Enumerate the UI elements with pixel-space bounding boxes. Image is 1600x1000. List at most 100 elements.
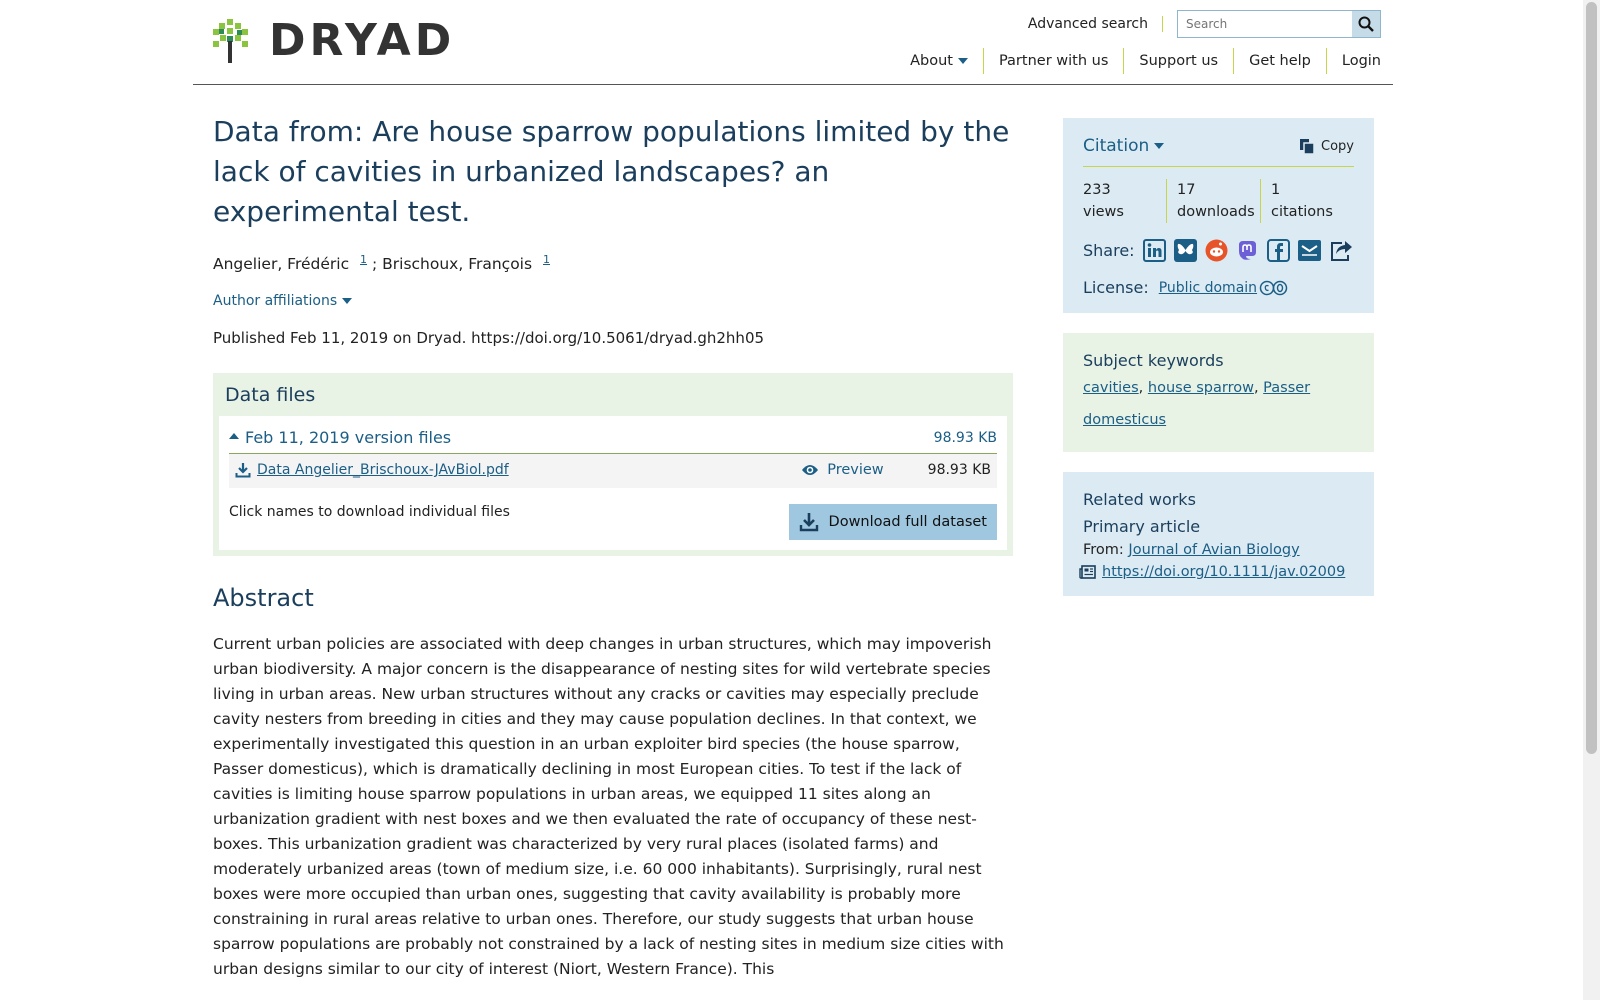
license-label: License:: [1083, 278, 1149, 297]
file-size: 98.93 KB: [927, 462, 991, 479]
metric-value: 17: [1177, 182, 1196, 198]
share-row: Share:: [1083, 239, 1354, 262]
metric-value: 1: [1271, 182, 1281, 198]
journal-link[interactable]: Journal of Avian Biology: [1128, 542, 1299, 558]
logo-text: DRYAD: [269, 15, 456, 66]
metric-citations: 1 citations: [1260, 179, 1354, 223]
keywords-title: Subject keywords: [1083, 351, 1224, 370]
share-label: Share:: [1083, 241, 1135, 260]
share-external-icon[interactable]: [1329, 239, 1354, 262]
main-nav: About Partner with us Support us Get hel…: [895, 48, 1381, 74]
main-content: Data from: Are house sparrow populations…: [213, 112, 1013, 998]
nav-help[interactable]: Get help: [1233, 48, 1326, 74]
download-full-dataset-button[interactable]: Download full dataset: [788, 504, 997, 541]
facebook-icon[interactable]: [1266, 239, 1290, 262]
data-files-body: Feb 11, 2019 version files 98.93 KB Data…: [219, 416, 1007, 551]
nav-support[interactable]: Support us: [1123, 48, 1233, 74]
download-row: Click names to download individual files…: [229, 504, 997, 541]
file-entry: Data Angelier_Brischoux-JAvBiol.pdf: [235, 462, 801, 478]
author-affiliations-label: Author affiliations: [213, 293, 338, 310]
abstract-text: Current urban policies are associated wi…: [213, 635, 1004, 979]
citation-header: Citation Copy: [1083, 136, 1354, 167]
preview-button[interactable]: Preview: [801, 462, 884, 479]
nav-about[interactable]: About: [895, 48, 983, 74]
citation-title: Citation: [1083, 136, 1150, 156]
vertical-scrollbar[interactable]: [1583, 0, 1600, 1000]
download-full-label: Download full dataset: [828, 514, 987, 531]
author-list: Angelier, Frédéric 1 ; Brischoux, Franço…: [213, 252, 1013, 273]
metrics: 233 views 17 downloads 1 citations: [1083, 179, 1354, 223]
caret-down-icon: [342, 298, 353, 305]
share-icons: [1142, 239, 1362, 262]
citation-toggle[interactable]: Citation: [1083, 136, 1165, 156]
tree-logo-icon: [213, 19, 248, 63]
preview-label: Preview: [827, 462, 884, 479]
author-affil-ref[interactable]: 1: [543, 253, 550, 266]
nav-login[interactable]: Login: [1325, 48, 1381, 74]
nav-about-label: About: [910, 53, 953, 69]
related-works-title: Related works: [1083, 490, 1196, 509]
author-affiliations-toggle[interactable]: Author affiliations: [213, 293, 1013, 309]
author-affil-ref[interactable]: 1: [360, 253, 367, 266]
metric-label: citations: [1271, 204, 1333, 220]
search-box: [1177, 10, 1381, 38]
license-row: License: Public domain: [1083, 278, 1354, 297]
caret-down-icon: [1154, 143, 1165, 149]
search-icon: [1358, 16, 1374, 32]
page: DRYAD Advanced search About Partner with…: [193, 0, 1393, 1000]
data-files-panel: Data files Feb 11, 2019 version files 98…: [213, 373, 1013, 557]
metric-label: downloads: [1177, 204, 1255, 220]
copy-icon: [1300, 138, 1315, 155]
article-icon: [1079, 565, 1096, 579]
author-separator: ;: [367, 255, 383, 274]
search-button[interactable]: [1352, 11, 1380, 37]
mastodon-icon[interactable]: [1236, 239, 1259, 262]
publication-info: Published Feb 11, 2019 on Dryad. https:/…: [213, 329, 765, 348]
related-works-panel: Related works Primary article From: Jour…: [1063, 472, 1374, 596]
related-from: From: Journal of Avian Biology: [1083, 542, 1354, 558]
related-doi-link[interactable]: https://doi.org/10.1111/jav.02009: [1102, 564, 1345, 580]
download-hint: Click names to download individual files: [229, 504, 510, 521]
caret-down-icon: [957, 58, 968, 64]
citation-panel: Citation Copy 233 views 17 downloads 1 cita…: [1063, 118, 1374, 313]
download-icon: [235, 463, 251, 478]
advanced-search-link[interactable]: Advanced search: [1028, 16, 1163, 32]
scrollbar-thumb[interactable]: [1586, 2, 1597, 754]
version-row[interactable]: Feb 11, 2019 version files 98.93 KB: [229, 428, 997, 455]
nav-partner[interactable]: Partner with us: [982, 48, 1123, 74]
reddit-icon[interactable]: [1205, 239, 1228, 262]
sidebar: Citation Copy 233 views 17 downloads 1 cita…: [1063, 118, 1374, 616]
author-name[interactable]: Angelier, Frédéric: [213, 255, 349, 273]
license-link[interactable]: Public domain: [1159, 280, 1257, 296]
from-label: From:: [1083, 542, 1124, 558]
copy-label: Copy: [1321, 138, 1354, 154]
metric-value: 233: [1083, 182, 1111, 198]
version-toggle[interactable]: Feb 11, 2019 version files: [229, 428, 451, 447]
creative-commons-icon: [1259, 280, 1288, 295]
keywords-list: cavities, house sparrow, Passer domestic…: [1083, 380, 1311, 428]
related-doi: https://doi.org/10.1111/jav.02009: [1079, 564, 1354, 580]
bluesky-icon[interactable]: [1173, 239, 1197, 262]
data-files-heading: Data files: [225, 384, 316, 407]
copy-citation-button[interactable]: Copy: [1299, 138, 1354, 155]
author-name[interactable]: Brischoux, François: [382, 255, 532, 273]
file-row: Data Angelier_Brischoux-JAvBiol.pdf Prev…: [229, 454, 997, 489]
email-icon[interactable]: [1297, 239, 1321, 262]
dryad-logo[interactable]: DRYAD: [213, 17, 455, 65]
dataset-title: Data from: Are house sparrow populations…: [213, 115, 1010, 228]
keyword-link[interactable]: cavities: [1083, 380, 1139, 396]
version-label: Feb 11, 2019 version files: [245, 428, 452, 448]
linkedin-icon[interactable]: [1142, 239, 1166, 262]
utility-bar: Advanced search: [1028, 10, 1381, 38]
metric-views: 233 views: [1083, 179, 1166, 223]
caret-up-icon: [229, 432, 239, 439]
search-input[interactable]: [1178, 11, 1352, 37]
header-divider: [193, 84, 1393, 85]
metric-label: views: [1083, 204, 1124, 220]
version-size: 98.93 KB: [933, 429, 997, 446]
download-icon: [799, 513, 818, 532]
primary-article-label: Primary article: [1083, 517, 1201, 536]
keyword-link[interactable]: house sparrow: [1148, 380, 1254, 396]
metric-downloads: 17 downloads: [1166, 179, 1260, 223]
file-download-link[interactable]: Data Angelier_Brischoux-JAvBiol.pdf: [257, 462, 509, 478]
